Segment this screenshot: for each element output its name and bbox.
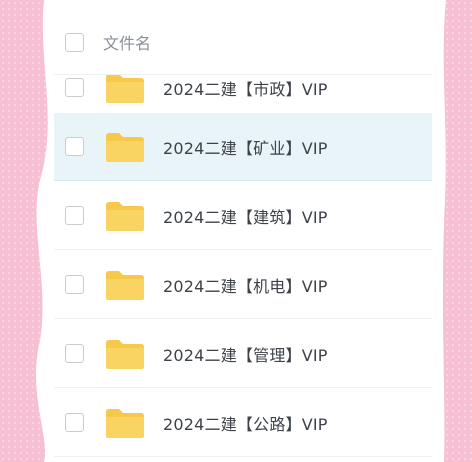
row-checkbox[interactable] [65,413,84,432]
row-checkbox[interactable] [65,137,84,156]
file-name: 2024二建【矿业】VIP [163,138,328,158]
file-row-guanli[interactable]: 2024二建【管理】VIP [54,320,432,388]
file-row-kuangye[interactable]: 2024二建【矿业】VIP [54,113,432,181]
column-header-filename[interactable]: 文件名 [103,30,151,54]
list-header: 文件名 [54,10,432,75]
folder-icon [106,339,144,369]
folder-icon [106,73,144,103]
file-name: 2024二建【机电】VIP [163,276,328,296]
folder-icon [106,270,144,300]
file-row-gonglu[interactable]: 2024二建【公路】VIP [54,389,432,457]
folder-icon [106,132,144,162]
file-name: 2024二建【管理】VIP [163,345,328,365]
folder-icon [106,201,144,231]
row-checkbox[interactable] [65,344,84,363]
screenshot-frame: 2024二建【市政】VIP 文件名 2024二建【矿业】VIP 2024二建【建… [0,0,472,462]
select-all-checkbox[interactable] [65,32,84,52]
folder-icon [106,408,144,438]
row-checkbox[interactable] [65,206,84,225]
file-row-jidian[interactable]: 2024二建【机电】VIP [54,251,432,319]
file-name: 2024二建【公路】VIP [163,414,328,434]
file-name: 2024二建【市政】VIP [163,79,328,99]
file-row-jianzhu[interactable]: 2024二建【建筑】VIP [54,182,432,250]
row-checkbox[interactable] [65,275,84,294]
file-list: 2024二建【市政】VIP 文件名 2024二建【矿业】VIP 2024二建【建… [54,10,432,462]
file-name: 2024二建【建筑】VIP [163,207,328,227]
row-checkbox[interactable] [65,78,84,97]
